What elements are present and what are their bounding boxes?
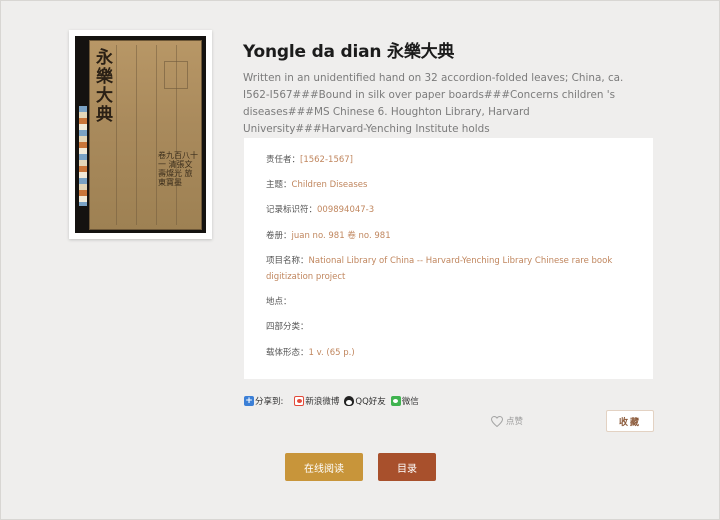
book-title: Yongle da dian 永樂大典	[243, 42, 455, 62]
info-project: 项目名称：National Library of China -- Harvar…	[266, 253, 616, 285]
qq-penguin-icon	[344, 396, 355, 406]
info-label: 四部分类：	[266, 322, 309, 332]
read-online-button[interactable]: 在线阅读	[285, 453, 363, 481]
cover-stamp	[164, 61, 188, 89]
info-value-link[interactable]: juan no. 981 卷 no. 981	[292, 231, 391, 241]
like-label: 点赞	[506, 417, 524, 427]
cover-image: 永樂大典 卷九百八十一 清張文 壽燦光 旅東寶墨	[75, 36, 206, 233]
wechat-icon	[390, 396, 401, 406]
info-classification: 四部分类：	[266, 319, 309, 335]
like-button[interactable]: 点赞	[491, 415, 523, 427]
qq-label: QQ好友	[355, 397, 386, 407]
info-value-link[interactable]: 009894047-3	[317, 205, 374, 215]
weibo-label: 新浪微博	[305, 397, 340, 407]
info-value-link[interactable]: 1 v. (65 p.)	[309, 348, 355, 358]
info-subject: 主题：Children Diseases	[266, 177, 367, 193]
book-description: Written in an unidentified hand on 32 ac…	[243, 72, 624, 135]
info-value-link[interactable]: National Library of China -- Harvard-Yen…	[266, 256, 612, 282]
share-bar: + 分享到: 新浪微博 QQ好友 微信	[244, 395, 422, 407]
info-form: 载体形态：1 v. (65 p.)	[266, 345, 355, 361]
info-responsible: 责任者：[1562-1567]	[266, 152, 353, 168]
info-location: 地点：	[266, 294, 292, 310]
share-button[interactable]: + 分享到:	[244, 395, 283, 407]
share-weibo-button[interactable]: 新浪微博	[294, 395, 339, 407]
share-label: 分享到:	[255, 397, 284, 407]
info-label: 地点：	[266, 297, 292, 307]
cover-title: 永樂大典	[96, 48, 113, 125]
info-label: 载体形态：	[266, 348, 309, 358]
info-label: 责任者：	[266, 155, 301, 165]
info-label: 主题：	[266, 180, 292, 190]
info-label: 项目名称：	[266, 256, 309, 266]
table-of-contents-button[interactable]: 目录	[378, 453, 436, 481]
info-label: 记录标识符：	[266, 205, 318, 215]
cover-annotation: 卷九百八十一 清張文 壽燦光 旅東寶墨	[158, 151, 198, 187]
info-record-id: 记录标识符：009894047-3	[266, 202, 374, 218]
info-volume: 卷册：juan no. 981 卷 no. 981	[266, 228, 391, 244]
info-value-link[interactable]: Children Diseases	[292, 180, 368, 190]
info-label: 卷册：	[266, 231, 292, 241]
weibo-icon	[294, 396, 305, 406]
cover-color-strip	[79, 106, 87, 206]
metadata-panel: 责任者：[1562-1567] 主题：Children Diseases 记录标…	[244, 138, 653, 379]
share-plus-icon: +	[244, 396, 254, 406]
wechat-label: 微信	[401, 397, 419, 407]
info-value-link[interactable]: [1562-1567]	[300, 155, 353, 165]
cover-page: 永樂大典 卷九百八十一 清張文 壽燦光 旅東寶墨	[89, 40, 202, 230]
book-cover-thumbnail[interactable]: 永樂大典 卷九百八十一 清張文 壽燦光 旅東寶墨	[69, 30, 212, 239]
share-wechat-button[interactable]: 微信	[390, 395, 419, 407]
share-qq-button[interactable]: QQ好友	[344, 395, 386, 407]
heart-icon	[491, 415, 503, 427]
favorite-button[interactable]: 收藏	[606, 410, 654, 432]
